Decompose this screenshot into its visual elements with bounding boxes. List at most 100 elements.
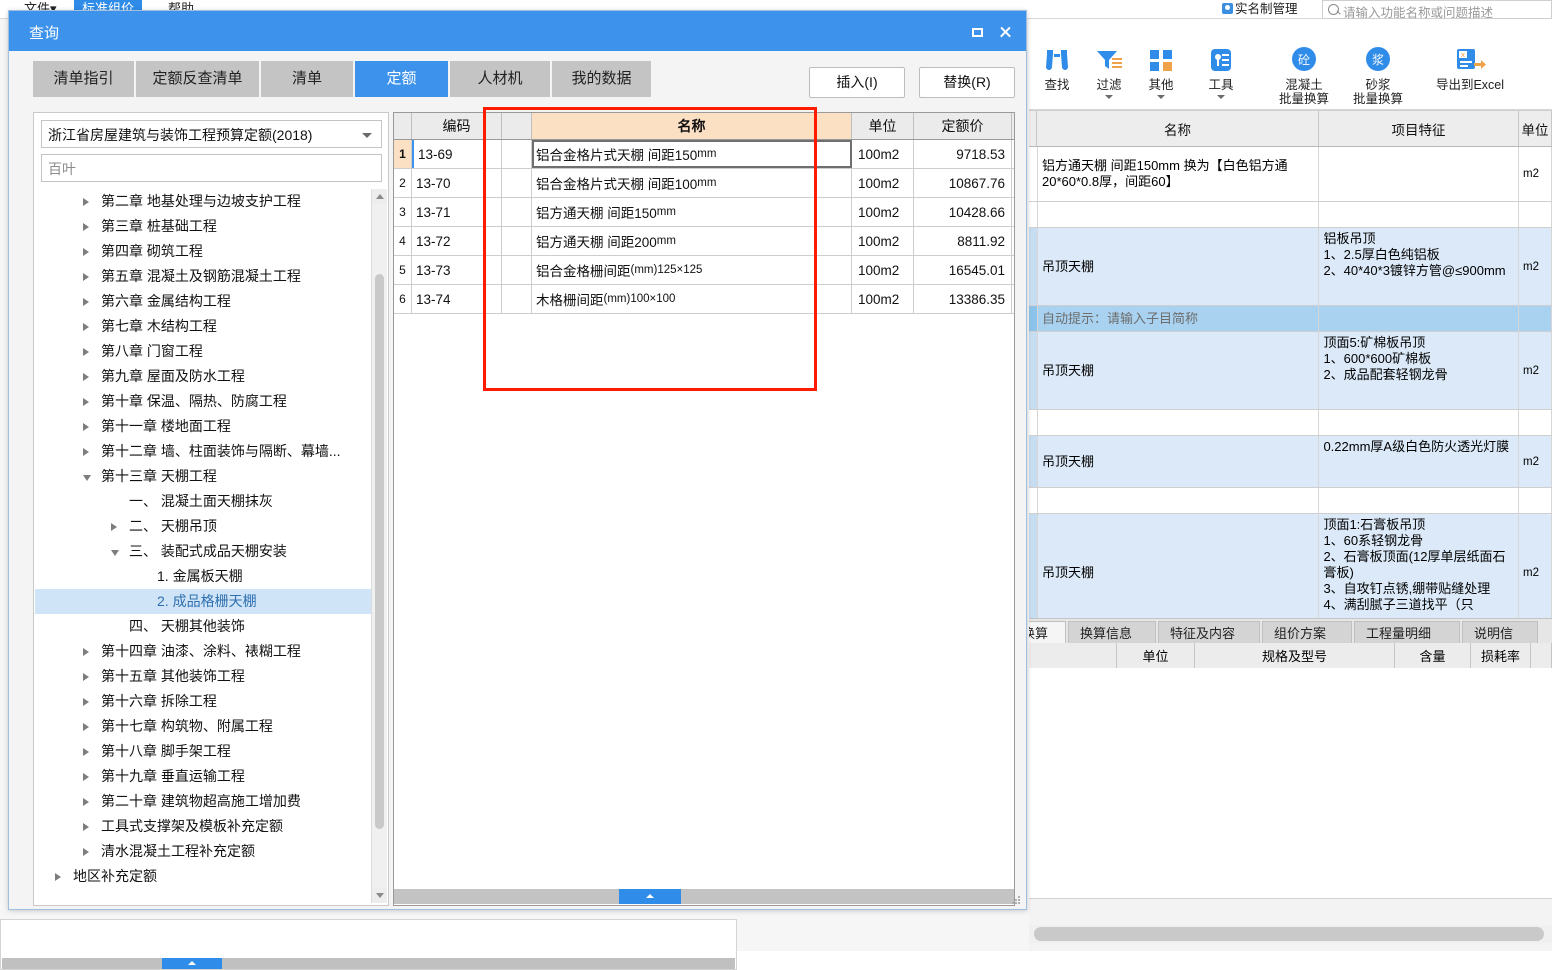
tree-node-21[interactable]: 第十七章 构筑物、附属工程 <box>35 714 374 739</box>
chevron-down-icon[interactable] <box>1217 95 1225 99</box>
subheader-unit[interactable]: 单位 <box>1117 643 1195 668</box>
tree-node-9[interactable]: 第十一章 楼地面工程 <box>35 414 374 439</box>
maximize-button[interactable] <box>966 23 988 41</box>
tree-node-11[interactable]: 第十三章 天棚工程 <box>35 464 374 489</box>
chevron-right-icon[interactable] <box>83 848 89 856</box>
table-row[interactable] <box>1029 410 1552 436</box>
dialog-tab-1[interactable]: 定额反查清单 <box>136 61 259 97</box>
chevron-right-icon[interactable] <box>83 423 89 431</box>
table-row[interactable]: 6 13-74 木格栅间距 (mm)100×100 100m2 13386.35 <box>394 285 1014 314</box>
tree-node-2[interactable]: 第四章 砌筑工程 <box>35 239 374 264</box>
tree-node-27[interactable]: 地区补充定额 <box>35 864 374 889</box>
background-horizontal-scrollbar[interactable] <box>1020 925 1552 943</box>
table-row[interactable]: 3 13-71 铝方通天棚 间距150 mm 100m2 10428.66 <box>394 198 1014 227</box>
tree-node-15[interactable]: 1. 金属板天棚 <box>35 564 374 589</box>
header-quota-price[interactable]: 定额价 <box>914 113 1012 139</box>
chevron-right-icon[interactable] <box>83 273 89 281</box>
chevron-right-icon[interactable] <box>111 523 117 531</box>
chevron-right-icon[interactable] <box>83 248 89 256</box>
header-unit[interactable]: 单位 <box>852 113 914 139</box>
tree-node-18[interactable]: 第十四章 油漆、涂料、裱糊工程 <box>35 639 374 664</box>
chevron-right-icon[interactable] <box>83 798 89 806</box>
account-realname-management[interactable]: 实名制管理 <box>1222 1 1298 17</box>
tree-node-1[interactable]: 第三章 桩基础工程 <box>35 214 374 239</box>
dialog-title-bar[interactable]: 查询 <box>9 11 1026 51</box>
tree-node-22[interactable]: 第十八章 脚手架工程 <box>35 739 374 764</box>
chevron-right-icon[interactable] <box>83 773 89 781</box>
ribbon-button-other[interactable]: 其他 <box>1133 43 1189 99</box>
tree-node-4[interactable]: 第六章 金属结构工程 <box>35 289 374 314</box>
dialog-tab-3[interactable]: 定额 <box>355 61 448 97</box>
table-row[interactable]: 5 13-73 铝合金格栅间距 (mm)125×125 100m2 16545.01 <box>394 256 1014 285</box>
chevron-right-icon[interactable] <box>83 198 89 206</box>
table-row[interactable] <box>1029 488 1552 514</box>
tree-node-20[interactable]: 第十六章 拆除工程 <box>35 689 374 714</box>
chevron-right-icon[interactable] <box>83 323 89 331</box>
chevron-right-icon[interactable] <box>83 698 89 706</box>
tree-search-input[interactable]: 百叶 <box>41 154 382 182</box>
chevron-down-icon[interactable] <box>83 475 91 481</box>
close-button[interactable] <box>994 23 1016 41</box>
dialog-tab-2[interactable]: 清单 <box>261 61 353 97</box>
chevron-down-icon[interactable] <box>1157 95 1165 99</box>
header-name[interactable]: 名称 <box>532 113 852 139</box>
tree-node-14[interactable]: 三、 装配式成品天棚安装 <box>35 539 374 564</box>
tree-node-26[interactable]: 清水混凝土工程补充定额 <box>35 839 374 864</box>
subheader-content[interactable]: 含量 <box>1395 643 1471 668</box>
chevron-down-icon[interactable] <box>1105 95 1113 99</box>
table-row[interactable]: 吊顶天棚 顶面1:石膏板吊顶 1、60系轻钢龙骨 2、石膏板顶面(12厚单层纸面石… <box>1029 514 1552 618</box>
tree-node-16[interactable]: 2. 成品格栅天棚 <box>35 589 374 614</box>
scrollbar-thumb[interactable] <box>1034 927 1544 941</box>
subheader-spec-model[interactable]: 规格及型号 <box>1195 643 1395 668</box>
chevron-right-icon[interactable] <box>83 673 89 681</box>
tree-node-13[interactable]: 二、 天棚吊顶 <box>35 514 374 539</box>
bottom-tab-3[interactable]: 组价方案 <box>1262 621 1352 644</box>
global-search-input[interactable]: 请输入功能名称或问题描述 <box>1322 0 1552 20</box>
chevron-right-icon[interactable] <box>83 748 89 756</box>
tree-node-3[interactable]: 第五章 混凝土及钢筋混凝土工程 <box>35 264 374 289</box>
table-row[interactable]: 吊顶天棚 顶面5:矿棉板吊顶 1、600*600矿棉板 2、成品配套轻钢龙骨 m2 <box>1029 332 1552 410</box>
bottom-tab-4[interactable]: 工程量明细 <box>1354 621 1460 644</box>
dialog-tab-5[interactable]: 我的数据 <box>552 61 651 97</box>
scroll-up-arrow-icon[interactable] <box>372 189 387 204</box>
chevron-right-icon[interactable] <box>83 448 89 456</box>
tree-node-6[interactable]: 第八章 门窗工程 <box>35 339 374 364</box>
ribbon-button-export-excel[interactable]: x 导出到Excel <box>1415 43 1525 92</box>
table-row[interactable] <box>1029 202 1552 228</box>
scroll-down-arrow-icon[interactable] <box>372 888 387 903</box>
tree-node-0[interactable]: 第二章 地基处理与边坡支护工程 <box>35 189 374 214</box>
tree-node-10[interactable]: 第十二章 墙、柱面装饰与隔断、幕墙... <box>35 439 374 464</box>
chevron-right-icon[interactable] <box>83 723 89 731</box>
bottom-tab-1[interactable]: 换算信息 <box>1068 621 1156 644</box>
tree-node-25[interactable]: 工具式支撑架及模板补充定额 <box>35 814 374 839</box>
table-row[interactable]: 铝方通天棚 间距150mm 换为【白色铝方通20*60*0.8厚，间距60】 m2 <box>1029 147 1552 202</box>
tree-node-23[interactable]: 第十九章 垂直运输工程 <box>35 764 374 789</box>
chevron-right-icon[interactable] <box>83 398 89 406</box>
tree-node-12[interactable]: 一、 混凝土面天棚抹灰 <box>35 489 374 514</box>
dialog-tab-4[interactable]: 人材机 <box>450 61 550 97</box>
table-row[interactable]: 吊顶天棚 铝板吊顶 1、2.5厚白色纯铝板 2、40*40*3镀锌方管@≤900m… <box>1029 228 1552 306</box>
tree-node-7[interactable]: 第九章 屋面及防水工程 <box>35 364 374 389</box>
chevron-right-icon[interactable] <box>83 223 89 231</box>
table-row[interactable]: 自动提示：请输入子目简称 <box>1029 306 1552 332</box>
table-row[interactable]: 2 13-70 铝合金格片式天棚 间距100 mm 100m2 10867.76 <box>394 169 1014 198</box>
replace-button[interactable]: 替换(R) <box>919 67 1015 98</box>
tree-vertical-scrollbar[interactable] <box>371 189 387 903</box>
chevron-right-icon[interactable] <box>83 373 89 381</box>
chevron-down-icon[interactable] <box>111 550 119 556</box>
dialog-tab-0[interactable]: 清单指引 <box>33 61 134 97</box>
results-horizontal-scrollbar[interactable] <box>394 889 1014 904</box>
table-row[interactable]: 4 13-72 铝方通天棚 间距200 mm 100m2 8811.92 <box>394 227 1014 256</box>
chevron-right-icon[interactable] <box>83 348 89 356</box>
tree-node-19[interactable]: 第十五章 其他装饰工程 <box>35 664 374 689</box>
scrollbar-thumb[interactable] <box>375 274 384 829</box>
table-row[interactable]: 吊顶天棚 0.22mm厚A级白色防火透光灯膜 m2 <box>1029 436 1552 488</box>
library-select[interactable]: 浙江省房屋建筑与装饰工程预算定额(2018) <box>41 120 382 148</box>
bottom-tab-2[interactable]: 特征及内容 <box>1158 621 1260 644</box>
tree-node-17[interactable]: 四、 天棚其他装饰 <box>35 614 374 639</box>
scrollbar-thumb[interactable] <box>162 958 222 969</box>
chevron-right-icon[interactable] <box>83 823 89 831</box>
chevron-right-icon[interactable] <box>83 648 89 656</box>
ribbon-button-concrete-batch-convert[interactable]: 砼 混凝土 批量换算 <box>1269 43 1339 106</box>
chevron-right-icon[interactable] <box>55 873 61 881</box>
